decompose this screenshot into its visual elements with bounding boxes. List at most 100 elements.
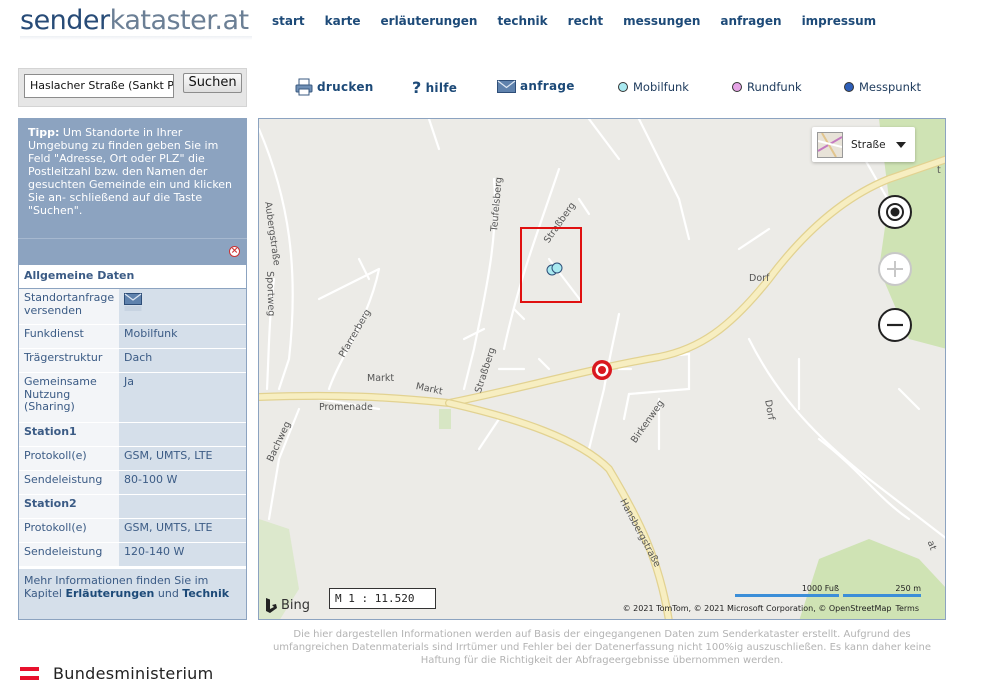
- table-row: Trägerstruktur Dach: [19, 349, 246, 373]
- map-copyright: © 2021 TomTom, © 2021 Microsoft Corporat…: [623, 604, 919, 613]
- print-button[interactable]: drucken: [295, 78, 374, 96]
- austrian-flag-icon: [20, 667, 39, 680]
- help-label: hilfe: [425, 80, 458, 95]
- row-value: GSM, UMTS, LTE: [119, 447, 246, 470]
- rundfunk-dot-icon: [732, 82, 742, 92]
- table-heading-row: Allgemeine Daten: [19, 265, 246, 289]
- nav-technik[interactable]: technik: [497, 14, 547, 28]
- logo-text-part1: sender: [20, 5, 110, 36]
- table-row: Standortanfrage versenden: [19, 289, 246, 325]
- table-row: Sendeleistung 120-140 W: [19, 543, 246, 567]
- row-value: Ja: [119, 373, 246, 422]
- plus-icon: [887, 261, 903, 277]
- envelope-icon: [497, 78, 516, 94]
- ministry-footer: Bundesministerium: [20, 664, 214, 683]
- row-value: [119, 495, 246, 518]
- link-technik[interactable]: Technik: [182, 587, 229, 600]
- link-erlaeuterungen[interactable]: Erläuterungen: [65, 587, 154, 600]
- row-value: Mobilfunk: [119, 325, 246, 348]
- nav-anfragen[interactable]: anfragen: [720, 14, 781, 28]
- row-key: Funkdienst: [19, 325, 119, 348]
- terms-link[interactable]: Terms: [895, 604, 919, 613]
- legend-mobilfunk[interactable]: Mobilfunk: [618, 80, 689, 94]
- map-thumbnail-icon: [817, 131, 843, 158]
- help-button[interactable]: ? hilfe: [412, 78, 457, 97]
- map-style-label: Straße: [851, 138, 886, 151]
- row-value: GSM, UMTS, LTE: [119, 519, 246, 542]
- legend-messpunkt[interactable]: Messpunkt: [844, 80, 921, 94]
- zoom-out-button[interactable]: [878, 308, 912, 342]
- row-key: Standortanfrage versenden: [19, 289, 119, 324]
- street-label: t: [937, 165, 941, 176]
- more-info: Mehr Informationen finden Sie im Kapitel…: [19, 569, 246, 619]
- row-key: Sendeleistung: [19, 543, 119, 566]
- logo-reflection: [20, 36, 252, 40]
- tip-panel: Tipp: Um Standorte in Ihrer Umgebung zu …: [18, 118, 247, 238]
- request-label: anfrage: [520, 79, 575, 93]
- nav-messungen[interactable]: messungen: [623, 14, 700, 28]
- bing-icon: [266, 598, 277, 613]
- row-key: Gemeinsame Nutzung (Sharing): [19, 373, 119, 422]
- row-value: Dach: [119, 349, 246, 372]
- print-label: drucken: [317, 80, 374, 94]
- search-button[interactable]: Suchen: [183, 73, 242, 93]
- locate-icon: [886, 203, 904, 221]
- zoom-in-button[interactable]: [878, 252, 912, 286]
- question-icon: ?: [412, 78, 422, 97]
- bing-label: Bing: [281, 598, 311, 613]
- street-label: Markt: [367, 373, 395, 384]
- street-label: Dorf: [749, 273, 770, 284]
- scale-bar-feet: 1000 Fuß: [735, 584, 839, 597]
- mobilfunk-marker-icon[interactable]: [546, 262, 566, 276]
- details-header-bar: ×: [18, 238, 247, 264]
- legend-label: Messpunkt: [859, 80, 922, 94]
- site-logo[interactable]: senderkataster.at: [20, 4, 249, 38]
- scale-bar-meters: 250 m: [843, 584, 921, 597]
- nav-impressum[interactable]: impressum: [802, 14, 877, 28]
- table-row: Protokoll(e) GSM, UMTS, LTE: [19, 447, 246, 471]
- minus-icon: [887, 323, 903, 327]
- disclaimer-text: Die hier dargestellen Informationen werd…: [272, 629, 932, 666]
- station-heading-row: Station2: [19, 495, 246, 519]
- request-button[interactable]: anfrage: [497, 78, 575, 94]
- close-icon[interactable]: ×: [229, 246, 240, 257]
- station-heading: Station2: [19, 495, 119, 518]
- scale-m-label: 250 m: [895, 584, 921, 593]
- tip-heading: Tipp:: [28, 126, 60, 139]
- row-key: Trägerstruktur: [19, 349, 119, 372]
- map-style-selector[interactable]: Straße: [812, 127, 915, 162]
- table-row: Protokoll(e) GSM, UMTS, LTE: [19, 519, 246, 543]
- site-details-table: Allgemeine Daten Standortanfrage versend…: [18, 264, 247, 620]
- row-value: 80-100 W: [119, 471, 246, 494]
- scale-feet-label: 1000 Fuß: [801, 584, 839, 593]
- printer-icon: [295, 78, 313, 96]
- search-input[interactable]: Haslacher Straße (Sankt Pet: [24, 74, 174, 98]
- main-nav: start karte erläuterungen technik recht …: [272, 14, 876, 28]
- nav-recht[interactable]: recht: [568, 14, 603, 28]
- table-row: Sendeleistung 80-100 W: [19, 471, 246, 495]
- map-view[interactable]: Aubergstraße Sportweg Pfarrerberg Teufel…: [258, 118, 946, 620]
- map-scale-ratio: M 1 : 11.520: [329, 588, 436, 609]
- row-key: Protokoll(e): [19, 519, 119, 542]
- station-heading-row: Station1: [19, 423, 246, 447]
- ministry-label: Bundesministerium: [53, 664, 214, 683]
- mobilfunk-dot-icon: [618, 82, 628, 92]
- envelope-icon[interactable]: [124, 293, 143, 317]
- row-value: [119, 289, 246, 324]
- locate-button[interactable]: [878, 195, 912, 229]
- nav-start[interactable]: start: [272, 14, 305, 28]
- nav-erlaeuterungen[interactable]: erläuterungen: [381, 14, 478, 28]
- row-key: Protokoll(e): [19, 447, 119, 470]
- logo-text-part2: kataster.at: [109, 5, 249, 36]
- bing-logo: Bing: [264, 597, 310, 614]
- row-value: [119, 423, 246, 446]
- chevron-down-icon: [896, 142, 906, 148]
- street-label: Sportweg: [264, 271, 277, 317]
- location-pin-icon: [592, 360, 612, 380]
- legend-label: Rundfunk: [747, 80, 802, 94]
- tip-text: Um Standorte in Ihrer Umgebung zu finden…: [28, 126, 233, 217]
- legend-rundfunk[interactable]: Rundfunk: [732, 80, 802, 94]
- nav-karte[interactable]: karte: [325, 14, 361, 28]
- search-panel: Haslacher Straße (Sankt Pet Suchen: [18, 68, 247, 107]
- legend-label: Mobilfunk: [633, 80, 689, 94]
